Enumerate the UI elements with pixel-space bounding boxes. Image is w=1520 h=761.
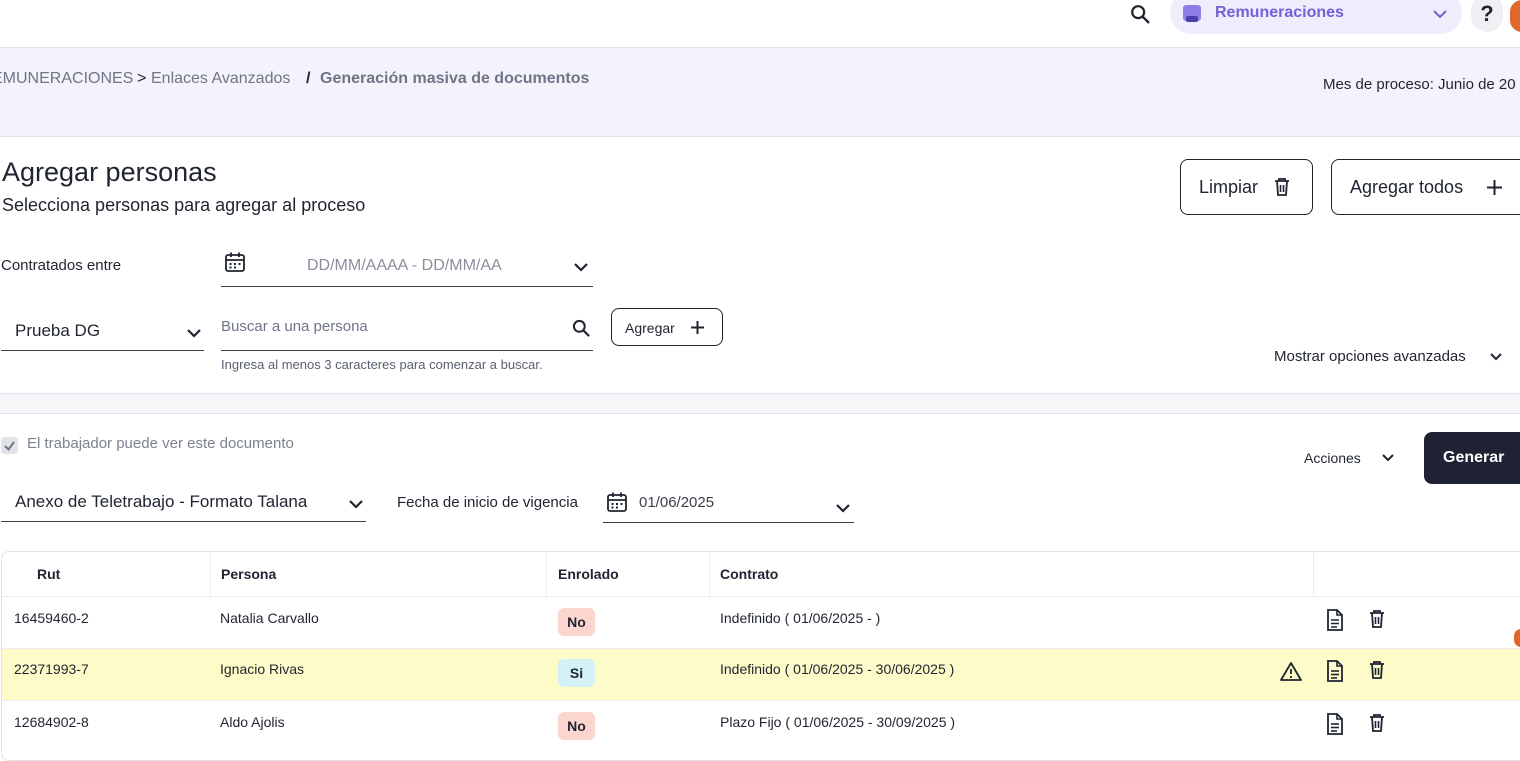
search-icon[interactable]: [1129, 3, 1151, 25]
chevron-down-icon[interactable]: [1489, 351, 1503, 362]
table-row: 16459460-2 Natalia Carvallo No Indefinid…: [2, 596, 1520, 648]
date-range-placeholder: DD/MM/AAAA - DD/MM/AA: [307, 257, 502, 274]
template-select-value: Anexo de Teletrabajo - Formato Talana: [15, 492, 308, 511]
clear-button-label: Limpiar: [1199, 177, 1259, 197]
column-header-contrato[interactable]: Contrato: [720, 566, 778, 582]
floating-indicator[interactable]: [1514, 629, 1520, 647]
breadcrumb-parent[interactable]: Enlaces Avanzados: [151, 70, 290, 88]
avatar[interactable]: [1510, 0, 1520, 32]
cell-contrato: Indefinido ( 01/06/2025 - ): [720, 610, 881, 626]
warning-icon[interactable]: [1280, 661, 1302, 681]
trash-icon[interactable]: [1368, 713, 1386, 733]
document-icon[interactable]: [1326, 660, 1344, 682]
cell-rut: 16459460-2: [14, 610, 89, 626]
plus-icon: [1486, 179, 1503, 196]
breadcrumb-band: [0, 48, 1520, 137]
page-subtitle: Selecciona personas para agregar al proc…: [2, 195, 366, 215]
section-gap: [0, 394, 1520, 414]
add-all-button-label: Agregar todos: [1350, 177, 1464, 197]
chevron-down-icon[interactable]: [186, 327, 202, 339]
chevron-down-icon[interactable]: [1432, 7, 1448, 21]
breadcrumb-root[interactable]: EMUNERACIONES: [0, 70, 133, 88]
cell-persona: Natalia Carvallo: [220, 610, 319, 626]
add-button[interactable]: Agregar: [611, 308, 723, 346]
table-row: 12684902-8 Aldo Ajolis No Plazo Fijo ( 0…: [2, 700, 1520, 752]
calendar-icon: [606, 491, 628, 513]
process-month: Mes de proceso: Junio de 20: [1323, 76, 1516, 93]
start-date-label: Fecha de inicio de vigencia: [397, 494, 578, 511]
cell-contrato: Indefinido ( 01/06/2025 - 30/06/2025 ): [720, 661, 955, 677]
cell-contrato: Plazo Fijo ( 01/06/2025 - 30/09/2025 ): [720, 714, 956, 730]
breadcrumb-separator: /: [306, 70, 311, 87]
plus-icon: [690, 320, 705, 335]
table-row: 22371993-7 Ignacio Rivas Si Indefinido (…: [2, 648, 1520, 700]
actions-menu[interactable]: Acciones: [1304, 450, 1361, 466]
column-separator: [210, 552, 211, 596]
top-bar: Remuneraciones ?: [0, 0, 1520, 48]
cell-rut: 12684902-8: [14, 714, 89, 730]
start-date-value: 01/06/2025: [639, 494, 715, 511]
group-select-value: Prueba DG: [15, 321, 101, 340]
chevron-down-icon[interactable]: [835, 502, 851, 514]
add-button-label: Agregar: [625, 320, 675, 336]
module-label: Remuneraciones: [1215, 4, 1344, 21]
people-table: Rut Persona Enrolado Contrato 16459460-2…: [1, 551, 1520, 761]
cell-rut: 22371993-7: [14, 661, 89, 677]
trash-icon[interactable]: [1368, 660, 1386, 680]
breadcrumb-separator: >: [137, 70, 147, 87]
document-icon[interactable]: [1326, 713, 1344, 735]
calendar-icon: [224, 251, 246, 273]
generate-button-label: Generar: [1443, 449, 1505, 466]
cell-persona: Aldo Ajolis: [220, 714, 285, 730]
chevron-down-icon[interactable]: [1381, 452, 1395, 463]
document-icon[interactable]: [1326, 609, 1344, 631]
help-button[interactable]: ?: [1471, 0, 1503, 32]
hired-between-label: Contratados entre: [1, 257, 122, 274]
column-separator: [1313, 552, 1314, 596]
section-divider: [0, 413, 1520, 414]
trash-icon[interactable]: [1368, 609, 1386, 629]
breadcrumb-current: Generación masiva de documentos: [320, 70, 590, 87]
visible-checkbox-label: El trabajador puede ver este documento: [27, 435, 294, 452]
enrolado-badge: No: [558, 608, 595, 636]
enrolado-badge: No: [558, 712, 595, 740]
clear-button[interactable]: Limpiar: [1180, 159, 1313, 215]
column-header-persona[interactable]: Persona: [221, 566, 276, 582]
add-all-button[interactable]: Agregar todos: [1331, 159, 1520, 215]
cell-persona: Ignacio Rivas: [220, 661, 305, 677]
column-separator: [546, 552, 547, 596]
generate-button[interactable]: Generar: [1424, 432, 1520, 484]
column-header-enrolado[interactable]: Enrolado: [558, 566, 619, 582]
enrolado-badge: Si: [558, 659, 595, 687]
chevron-down-icon[interactable]: [573, 261, 589, 273]
advanced-options-toggle[interactable]: Mostrar opciones avanzadas: [1274, 348, 1466, 365]
column-header-rut[interactable]: Rut: [37, 566, 60, 582]
module-icon: [1182, 4, 1202, 24]
page-title: Agregar personas: [2, 157, 217, 187]
search-input-placeholder: Buscar a una persona: [221, 318, 368, 335]
search-hint: Ingresa al menos 3 caracteres para comen…: [221, 357, 543, 372]
trash-icon: [1273, 177, 1291, 197]
search-icon[interactable]: [571, 318, 591, 338]
visible-checkbox[interactable]: [1, 437, 18, 454]
chevron-down-icon[interactable]: [348, 498, 364, 510]
column-separator: [709, 552, 710, 596]
